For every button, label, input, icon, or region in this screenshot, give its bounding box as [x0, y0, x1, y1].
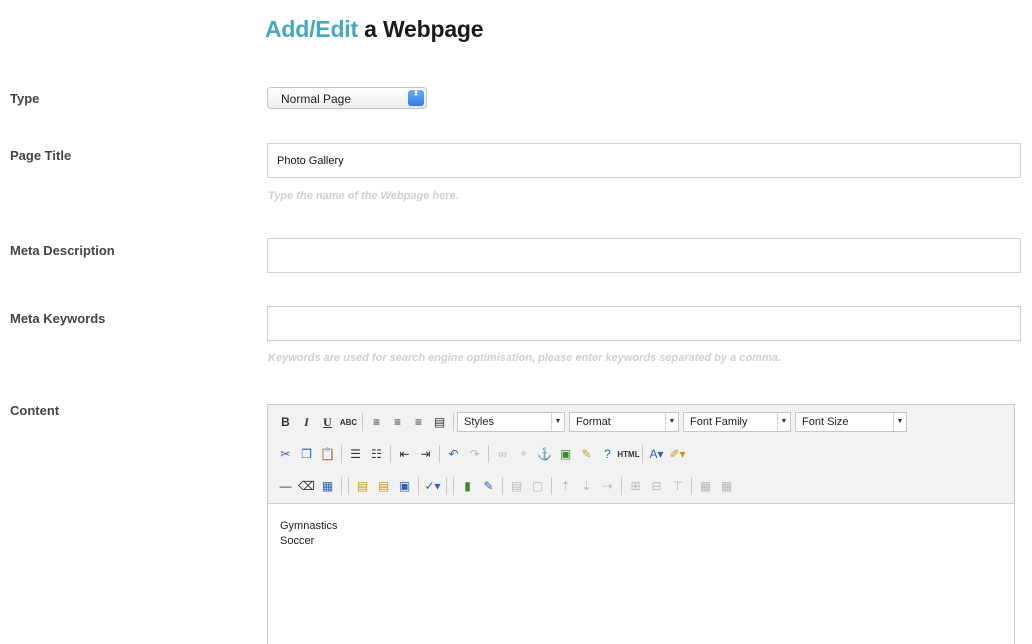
meta-keywords-hint: Keywords are used for search engine opti…: [268, 352, 781, 364]
font-family-dropdown[interactable]: Font Family ▼: [683, 412, 791, 432]
visual-aid-icon[interactable]: ▦: [317, 476, 338, 497]
styles-dropdown[interactable]: Styles ▼: [457, 412, 565, 432]
help-icon[interactable]: ?: [597, 444, 618, 465]
content-line: Soccer: [280, 535, 315, 547]
unlink-icon[interactable]: ⚬: [513, 444, 534, 465]
editor-content-area[interactable]: Gymnastics Soccer: [280, 519, 337, 549]
dropdown-arrow-icon: ▼: [777, 413, 790, 431]
paste-icon[interactable]: 📋: [317, 444, 338, 465]
outdent-icon[interactable]: ⇤: [394, 444, 415, 465]
page-title-hint: Type the name of the Webpage here.: [268, 190, 459, 202]
meta-description-input[interactable]: [267, 238, 1021, 273]
meta-keywords-label: Meta Keywords: [10, 311, 106, 326]
toolbar-separator: [446, 477, 447, 495]
page-title-accent: Add/Edit: [265, 16, 358, 42]
cleanup-icon[interactable]: ✎: [576, 444, 597, 465]
spellcheck-icon[interactable]: ✓▾: [422, 476, 443, 497]
toolbar-separator: [642, 445, 643, 463]
toolbar-separator: [691, 477, 692, 495]
toolbar-separator: [362, 413, 363, 431]
page-title-input[interactable]: [267, 143, 1021, 178]
align-center-button[interactable]: ≡: [387, 412, 408, 433]
content-label: Content: [10, 403, 60, 418]
cell-props-icon[interactable]: ⊤: [667, 476, 688, 497]
anchor-icon[interactable]: ⚓: [534, 444, 555, 465]
toolbar-separator: [348, 477, 349, 495]
type-select[interactable]: Normal Page ⬍: [267, 87, 427, 109]
select-arrows-icon: ⬍: [408, 90, 424, 106]
format-dropdown[interactable]: Format ▼: [569, 412, 679, 432]
link-icon[interactable]: ∞: [492, 444, 513, 465]
dropdown-arrow-icon: ▼: [665, 413, 678, 431]
toolbar-separator: [453, 413, 454, 431]
toolbar-separator: [551, 477, 552, 495]
underline-button[interactable]: U: [317, 412, 338, 433]
merge-cells-icon[interactable]: ⊞: [625, 476, 646, 497]
grid-icon[interactable]: ▦: [695, 476, 716, 497]
format-dropdown-label: Format: [576, 416, 611, 428]
edit-image-icon[interactable]: ✎: [478, 476, 499, 497]
page-title-label: Page Title: [10, 148, 72, 163]
toolbar-row-2: ✂ ❐ 📋 ☰ ☷ ⇤ ⇥ ↶ ↷ ∞ ⚬ ⚓ ▣ ✎? HTML A▾ ✐▾: [275, 443, 688, 465]
html-icon[interactable]: HTML: [617, 444, 639, 465]
toolbar-separator: [418, 477, 419, 495]
paste-text-icon[interactable]: ▤: [352, 476, 373, 497]
text-color-icon[interactable]: A▾: [646, 444, 667, 465]
page-title-rest: a Webpage: [364, 16, 484, 42]
toolbar-separator: [341, 477, 342, 495]
content-line: Gymnastics: [280, 520, 338, 532]
indent-icon[interactable]: ⇥: [415, 444, 436, 465]
font-size-dropdown-label: Font Size: [802, 416, 849, 428]
toolbar-separator: [453, 477, 454, 495]
split-cells-icon[interactable]: ⊟: [646, 476, 667, 497]
redo-icon[interactable]: ↷: [464, 444, 485, 465]
editor-toolbar: B I U ABC ≡ ≡ ≡ ▤ Styles ▼ Format ▼ Font Family ▼ Font…: [268, 405, 1014, 504]
media-icon[interactable]: ▮: [457, 476, 478, 497]
align-left-button[interactable]: ≡: [366, 412, 387, 433]
toolbar-row-1: B I U ABC ≡ ≡ ≡ ▤ Styles ▼ Format ▼ Font Family ▼ Font…: [275, 411, 911, 433]
font-size-dropdown[interactable]: Font Size ▼: [795, 412, 907, 432]
numbered-list-icon[interactable]: ☷: [366, 444, 387, 465]
horizontal-rule-icon[interactable]: —: [275, 476, 296, 497]
select-all-icon[interactable]: ▣: [394, 476, 415, 497]
table-props-icon[interactable]: ▢: [527, 476, 548, 497]
page-title: Add/Edit a Webpage: [265, 16, 484, 43]
toolbar-row-3: — ⌫ ▦ ▤ ▤ ▣ ✓▾ ▮ ✎ ▤ ▢ ⇡ ⇣ ⇢ ⊞ ⊟ ⊤ ▦ ▦: [275, 475, 737, 497]
toolbar-separator: [390, 445, 391, 463]
font-family-dropdown-label: Font Family: [690, 416, 748, 428]
toolbar-separator: [488, 445, 489, 463]
rich-text-editor: B I U ABC ≡ ≡ ≡ ▤ Styles ▼ Format ▼ Font Family ▼ Font…: [267, 404, 1015, 644]
toolbar-separator: [439, 445, 440, 463]
undo-icon[interactable]: ↶: [443, 444, 464, 465]
align-justify-button[interactable]: ▤: [429, 412, 450, 433]
paste-word-icon[interactable]: ▤: [373, 476, 394, 497]
align-right-button[interactable]: ≡: [408, 412, 429, 433]
toolbar-separator: [621, 477, 622, 495]
type-label: Type: [10, 91, 40, 106]
type-select-value: Normal Page: [281, 92, 352, 106]
dropdown-arrow-icon: ▼: [893, 413, 906, 431]
dropdown-arrow-icon: ▼: [551, 413, 564, 431]
copy-icon[interactable]: ❐: [296, 444, 317, 465]
toolbar-separator: [502, 477, 503, 495]
image-icon[interactable]: ▣: [555, 444, 576, 465]
background-color-icon[interactable]: ✐▾: [667, 444, 688, 465]
meta-keywords-input[interactable]: [267, 306, 1021, 341]
bullet-list-icon[interactable]: ☰: [345, 444, 366, 465]
italic-button[interactable]: I: [296, 412, 317, 433]
bold-button[interactable]: B: [275, 412, 296, 433]
col-insert-icon[interactable]: ⇢: [597, 476, 618, 497]
remove-format-icon[interactable]: ⌫: [296, 476, 317, 497]
table-delete-icon[interactable]: ▦: [716, 476, 737, 497]
row-delete-icon[interactable]: ⇣: [576, 476, 597, 497]
cut-icon[interactable]: ✂: [275, 444, 296, 465]
styles-dropdown-label: Styles: [464, 416, 494, 428]
meta-description-label: Meta Description: [10, 243, 115, 258]
toolbar-separator: [341, 445, 342, 463]
row-insert-icon[interactable]: ⇡: [555, 476, 576, 497]
table-icon[interactable]: ▤: [506, 476, 527, 497]
strikethrough-button[interactable]: ABC: [338, 412, 359, 433]
